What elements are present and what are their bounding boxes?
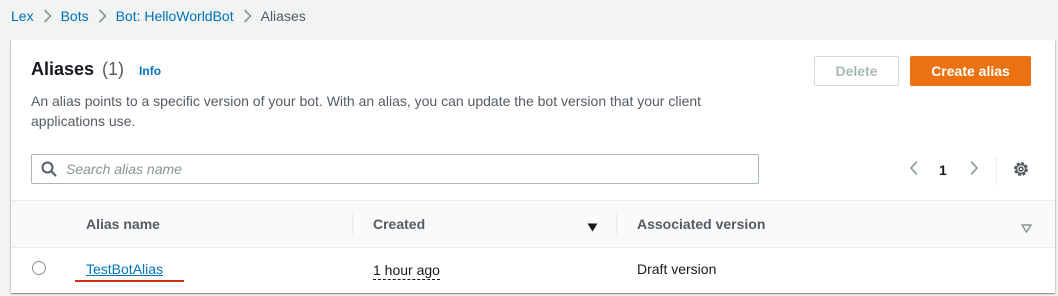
page-number-button[interactable]: 1 — [939, 159, 947, 181]
previous-page-button[interactable] — [907, 159, 921, 181]
table-header: Alias name Created Associated version — [11, 200, 1055, 248]
row-select-radio[interactable] — [32, 261, 46, 275]
column-divider — [616, 213, 617, 235]
alias-count: (1) — [102, 59, 125, 79]
page-title: Aliases — [31, 59, 95, 79]
search-field — [31, 154, 759, 184]
annotation-underline — [75, 280, 184, 282]
delete-button[interactable]: Delete — [814, 56, 899, 86]
breadcrumb-current: Aliases — [260, 8, 306, 24]
breadcrumb: Lex Bots Bot: HelloWorldBot Aliases — [11, 6, 306, 26]
preferences-button[interactable] — [1012, 160, 1030, 178]
column-header-alias-name[interactable]: Alias name — [86, 201, 160, 247]
table-row[interactable]: TestBotAlias 1 hour ago Draft version — [11, 248, 1055, 293]
chevron-right-icon — [243, 9, 252, 23]
associated-version: Draft version — [637, 261, 717, 277]
search-input[interactable] — [66, 161, 746, 177]
next-page-button[interactable] — [967, 159, 981, 181]
chevron-right-icon — [969, 160, 979, 181]
header-title-row: Aliases (1) Info — [31, 59, 161, 80]
chevron-left-icon — [909, 160, 919, 181]
column-header-associated-version[interactable]: Associated version — [637, 201, 765, 247]
search-icon — [41, 161, 57, 177]
alias-name-link[interactable]: TestBotAlias — [86, 248, 163, 290]
chevron-right-icon — [98, 9, 107, 23]
created-time: 1 hour ago — [373, 262, 440, 280]
aliases-container: Aliases (1) Info An alias points to a sp… — [11, 40, 1055, 293]
breadcrumb-lex[interactable]: Lex — [11, 8, 34, 24]
chevron-right-icon — [43, 9, 52, 23]
gear-icon — [1012, 162, 1030, 182]
sort-descending-icon[interactable] — [587, 219, 598, 237]
column-header-created[interactable]: Created — [373, 201, 425, 247]
caret-down-icon[interactable] — [1020, 220, 1033, 238]
pagination-divider — [996, 155, 997, 185]
info-link[interactable]: Info — [139, 64, 161, 78]
breadcrumb-bot[interactable]: Bot: HelloWorldBot — [116, 8, 234, 24]
page-description: An alias points to a specific version of… — [31, 93, 702, 129]
create-alias-button[interactable]: Create alias — [910, 56, 1031, 86]
breadcrumb-bots[interactable]: Bots — [61, 8, 89, 24]
column-divider — [352, 213, 353, 235]
